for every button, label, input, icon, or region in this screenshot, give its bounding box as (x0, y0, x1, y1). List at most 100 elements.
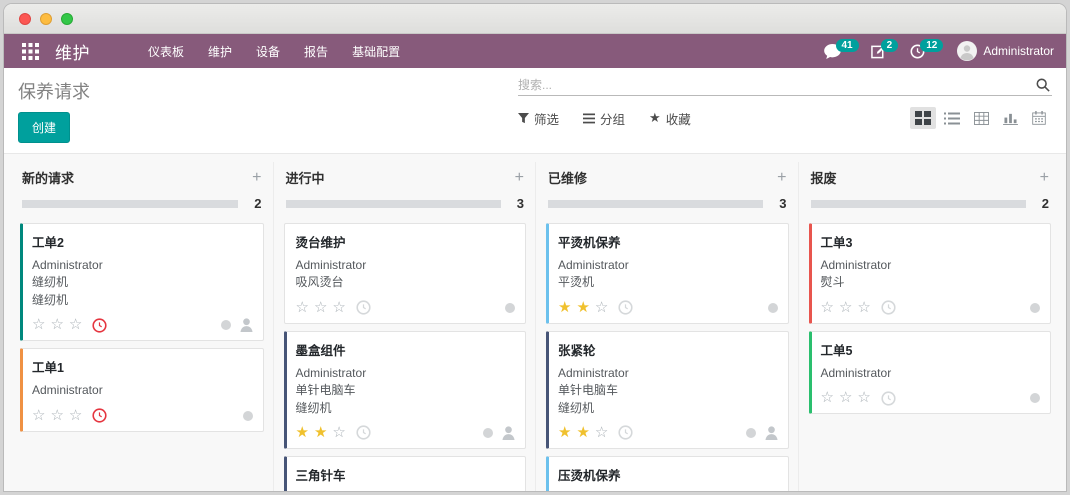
kanban-card[interactable]: 压烫机保养 Administrator压烫机 ★★☆ (546, 456, 789, 491)
column-add-icon[interactable]: + (777, 170, 786, 186)
priority-star-icon[interactable]: ☆ (332, 424, 345, 441)
kanban-column: 报废 + 2 工单3 Administrator熨斗 ☆☆☆ 工单5 Admin… (798, 162, 1061, 491)
card-footer: ☆ ☆ ☆ (821, 389, 1041, 407)
column-title[interactable]: 新的请求 (22, 168, 74, 187)
column-title[interactable]: 报废 (811, 168, 837, 187)
priority-star-icon[interactable]: ★ (558, 424, 571, 441)
column-add-icon[interactable]: + (252, 170, 261, 186)
card-title: 张紧轮 (558, 340, 778, 359)
priority-star-icon[interactable]: ☆ (314, 299, 327, 316)
activity-clock-icon[interactable] (618, 425, 633, 440)
priority-star-icon[interactable]: ☆ (839, 299, 852, 316)
column-count: 3 (779, 196, 786, 211)
priority-star-icon[interactable]: ☆ (821, 389, 834, 406)
priority-star-icon[interactable]: ☆ (821, 299, 834, 316)
kanban-card[interactable]: 三角针车 Administrator三角针车 ★★☆ (284, 456, 527, 491)
card-footer: ☆ ☆ ☆ (32, 316, 253, 334)
priority-star-icon[interactable]: ☆ (69, 407, 82, 424)
menu-item-1[interactable]: 维护 (196, 34, 244, 69)
activity-clock-icon[interactable] (881, 300, 896, 315)
chat-tray-button[interactable]: 41 (824, 44, 859, 59)
column-progressbar[interactable] (286, 200, 501, 208)
kanban-column: 进行中 + 3 烫台维护 Administrator吸风烫台 ☆☆☆ 墨盒组件 … (273, 162, 536, 491)
column-title[interactable]: 已维修 (548, 168, 587, 187)
card-line: Administrator (558, 365, 778, 382)
menu-item-3[interactable]: 报告 (292, 34, 340, 69)
create-button[interactable]: 创建 (18, 112, 70, 143)
priority-star-icon[interactable]: ★ (576, 299, 589, 316)
priority-star-icon[interactable]: ☆ (857, 299, 870, 316)
activity-clock-icon[interactable] (92, 408, 107, 423)
kanban-card[interactable]: 张紧轮 Administrator单针电脑车缝纫机 ★★☆ (546, 331, 789, 449)
apps-menu-button[interactable] (16, 39, 45, 64)
activity-clock-icon[interactable] (356, 425, 371, 440)
priority-star-icon[interactable]: ☆ (50, 407, 63, 424)
priority-star-icon[interactable]: ☆ (69, 316, 82, 333)
column-progressbar[interactable] (548, 200, 763, 208)
tray-badge-count: 12 (920, 39, 943, 52)
priority-star-icon[interactable]: ★ (576, 424, 589, 441)
kanban-card[interactable]: 工单1 Administrator ☆☆☆ (20, 348, 264, 431)
priority-star-icon[interactable]: ☆ (595, 299, 608, 316)
activity-clock-icon[interactable] (618, 300, 633, 315)
priority-stars: ★ ★ ☆ (296, 424, 351, 442)
card-trailing-icons (768, 303, 778, 313)
view-graph-icon (1003, 112, 1018, 125)
priority-star-icon[interactable]: ☆ (50, 316, 63, 333)
priority-star-icon[interactable]: ☆ (839, 389, 852, 406)
search-input[interactable] (518, 78, 1034, 92)
priority-star-icon[interactable]: ★ (558, 299, 571, 316)
kanban-card[interactable]: 工单3 Administrator熨斗 ☆☆☆ (809, 223, 1052, 324)
user-menu[interactable]: Administrator (957, 41, 1054, 61)
priority-star-icon[interactable]: ☆ (857, 389, 870, 406)
activity-clock-tray-button[interactable]: 12 (910, 44, 943, 59)
activity-clock-icon[interactable] (881, 391, 896, 406)
kanban-card[interactable]: 墨盒组件 Administrator单针电脑车缝纫机 ★★☆ (284, 331, 527, 449)
menu-item-0[interactable]: 仪表板 (136, 34, 196, 69)
column-add-icon[interactable]: + (1040, 170, 1049, 186)
kanban-card[interactable]: 平烫机保养 Administrator平烫机 ★★☆ (546, 223, 789, 324)
view-kanban-button[interactable] (910, 107, 936, 129)
activity-dot (505, 303, 515, 313)
note-tray-button[interactable]: 2 (871, 44, 899, 59)
column-progressbar[interactable] (22, 200, 238, 208)
priority-star-icon[interactable]: ★ (296, 424, 309, 441)
priority-star-icon[interactable]: ☆ (296, 299, 309, 316)
view-list-button[interactable] (939, 107, 965, 129)
view-pivot-button[interactable] (968, 107, 994, 129)
close-window-button[interactable] (19, 13, 31, 25)
minimize-window-button[interactable] (40, 13, 52, 25)
card-footer: ★ ★ ☆ (558, 424, 778, 442)
apps-grid-icon (22, 43, 39, 60)
menu-item-2[interactable]: 设备 (244, 34, 292, 69)
priority-star-icon[interactable]: ☆ (595, 424, 608, 441)
view-calendar-button[interactable] (1026, 107, 1052, 129)
priority-star-icon[interactable]: ☆ (32, 407, 45, 424)
priority-star-icon[interactable]: ☆ (32, 316, 45, 333)
card-trailing-icons (1030, 393, 1040, 403)
assign-person-icon[interactable] (502, 426, 515, 440)
maximize-window-button[interactable] (61, 13, 73, 25)
activity-clock-icon[interactable] (92, 318, 107, 333)
kanban-card[interactable]: 工单5 Administrator ☆☆☆ (809, 331, 1052, 414)
priority-star-icon[interactable]: ★ (314, 424, 327, 441)
search-icon[interactable] (1034, 78, 1052, 92)
view-graph-button[interactable] (997, 107, 1023, 129)
column-cards: 工单2 Administrator缝纫机缝纫机 ☆☆☆ 工单1 Administ… (20, 223, 264, 432)
column-progressbar[interactable] (811, 200, 1026, 208)
app-name[interactable]: 维护 (55, 39, 90, 64)
assign-person-icon[interactable] (765, 426, 778, 440)
favorite-star-button[interactable]: ★ 收藏 (649, 109, 691, 128)
kanban-card[interactable]: 烫台维护 Administrator吸风烫台 ☆☆☆ (284, 223, 527, 324)
column-header: 新的请求 + (20, 162, 264, 196)
column-title[interactable]: 进行中 (286, 168, 325, 187)
menu-item-4[interactable]: 基础配置 (340, 34, 412, 69)
column-add-icon[interactable]: + (515, 170, 524, 186)
filter-label: 收藏 (666, 109, 691, 128)
activity-clock-icon[interactable] (356, 300, 371, 315)
filter-button[interactable]: 筛选 (518, 109, 559, 128)
group-button[interactable]: 分组 (583, 109, 625, 128)
kanban-card[interactable]: 工单2 Administrator缝纫机缝纫机 ☆☆☆ (20, 223, 264, 341)
priority-star-icon[interactable]: ☆ (332, 299, 345, 316)
assign-person-icon[interactable] (240, 318, 253, 332)
